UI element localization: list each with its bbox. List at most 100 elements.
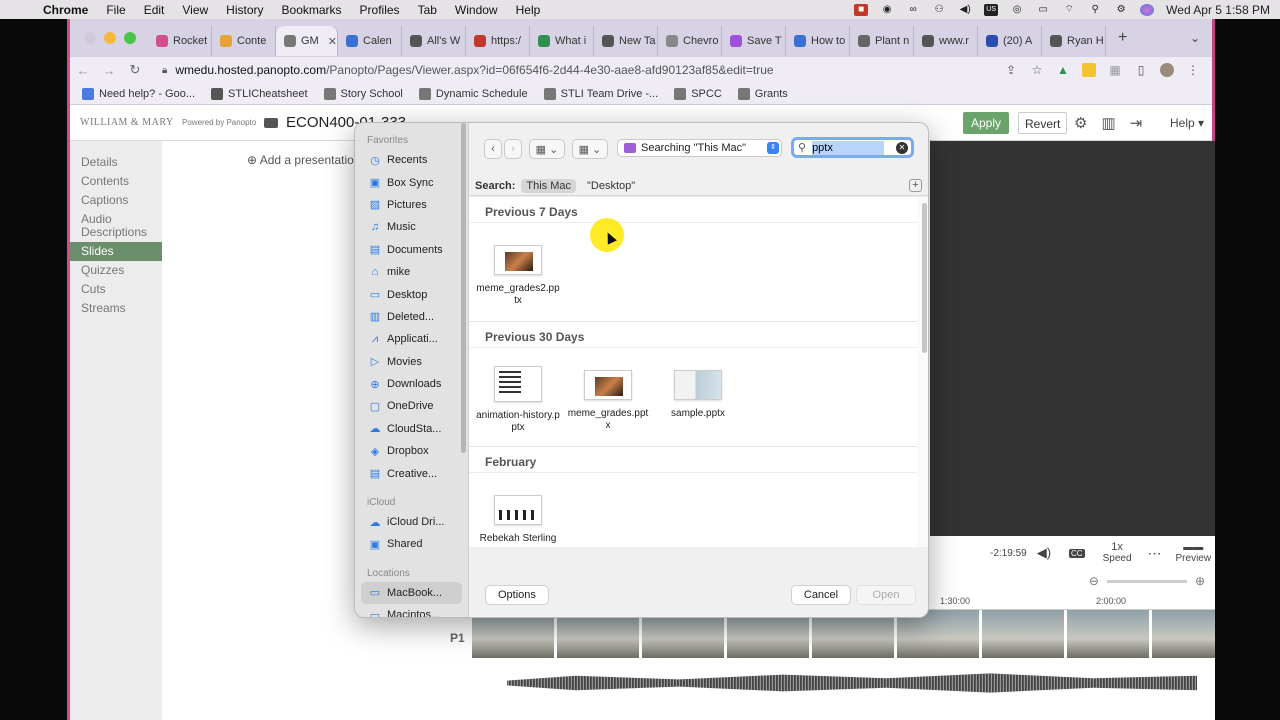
- search-input[interactable]: [812, 140, 885, 155]
- sidebar-item-applicati[interactable]: ⩘ Applicati...: [355, 328, 468, 350]
- back-button[interactable]: ←: [70, 63, 96, 78]
- sidebar-item-shared[interactable]: ▣ Shared: [355, 533, 468, 555]
- menu-view[interactable]: View: [173, 3, 217, 17]
- menu-window[interactable]: Window: [446, 3, 507, 17]
- sidebar-item-desktop[interactable]: ▭ Desktop: [355, 283, 468, 305]
- zoom-out-icon[interactable]: ⊖: [1089, 574, 1099, 588]
- sidebar-icon[interactable]: ▯: [1134, 63, 1148, 77]
- sidebar-item-cloudsta[interactable]: ☁ CloudSta...: [355, 418, 468, 440]
- file-item[interactable]: animation-history.pptx: [473, 348, 563, 446]
- sidebar-item-details[interactable]: Details: [70, 153, 162, 172]
- bookmark-item[interactable]: STLI Team Drive -...: [543, 87, 658, 100]
- browser-tab[interactable]: Calen: [338, 26, 402, 56]
- bookmark-item[interactable]: SPCC: [674, 87, 722, 100]
- address-bar[interactable]: 🔒︎ wmedu.hosted.panopto.com /Panopto/Pag…: [156, 59, 996, 81]
- screen-record-icon[interactable]: ◉: [880, 4, 894, 16]
- close-tab-icon[interactable]: ✕: [328, 35, 337, 48]
- sidebar-item-deleted[interactable]: ▥ Deleted...: [355, 306, 468, 328]
- captions-cc-icon[interactable]: CC: [1069, 548, 1085, 558]
- siri-icon[interactable]: [1140, 3, 1155, 16]
- file-item[interactable]: meme_grades.pptx: [563, 348, 653, 446]
- exit-icon[interactable]: ⇥: [1130, 114, 1143, 132]
- tab-search-chevron-icon[interactable]: ⌄: [1190, 31, 1212, 45]
- open-button[interactable]: Open: [856, 585, 916, 605]
- file-item[interactable]: meme_grades2.pptx: [473, 223, 563, 321]
- menu-app[interactable]: Chrome: [34, 3, 97, 17]
- options-button[interactable]: Options: [485, 585, 549, 605]
- speed-control[interactable]: 1x Speed: [1103, 542, 1132, 565]
- scope-desktop[interactable]: "Desktop": [582, 179, 640, 193]
- sidebar-item-creative[interactable]: ▤ Creative...: [355, 462, 468, 484]
- bookmark-item[interactable]: Dynamic Schedule: [418, 87, 528, 100]
- volume-icon-player[interactable]: ◀): [1037, 545, 1051, 561]
- close-window-button[interactable]: [84, 32, 96, 44]
- sidebar-item-dropbox[interactable]: ◈ Dropbox: [355, 440, 468, 462]
- menubar-clock[interactable]: Wed Apr 5 1:58 PM: [1166, 3, 1270, 17]
- sidebar-item-onedrive[interactable]: ▢ OneDrive: [355, 395, 468, 417]
- results-scrollbar[interactable]: [917, 197, 928, 547]
- cancel-button[interactable]: Cancel: [791, 585, 851, 605]
- browser-tab[interactable]: https:/: [466, 26, 530, 56]
- browser-tab[interactable]: How to: [786, 26, 850, 56]
- browser-tab[interactable]: Chevro: [658, 26, 722, 56]
- browser-tab[interactable]: www.r: [914, 26, 978, 56]
- menu-tab[interactable]: Tab: [409, 3, 446, 17]
- sidebar-item-box-sync[interactable]: ▣ Box Sync: [355, 171, 468, 193]
- sidebar-item-icloud-dri[interactable]: ☁ iCloud Dri...: [355, 511, 468, 533]
- bookmark-item[interactable]: Need help? - Goo...: [82, 87, 195, 100]
- scope-this-mac[interactable]: This Mac: [521, 178, 576, 193]
- battery-icon[interactable]: ▭: [1036, 4, 1050, 16]
- lock-icon[interactable]: 🔒︎: [162, 65, 167, 76]
- record-status-icon[interactable]: ■: [854, 3, 869, 16]
- profile-avatar[interactable]: [1160, 63, 1174, 77]
- more-dots-icon[interactable]: ⋯: [1148, 545, 1162, 562]
- keep-extension-icon[interactable]: [1082, 63, 1096, 77]
- help-menu[interactable]: Help ▾: [1170, 116, 1204, 130]
- sidebar-item-captions[interactable]: Captions: [70, 191, 162, 210]
- browser-tab[interactable]: New Ta: [594, 26, 658, 56]
- sidebar-item-macbook[interactable]: ▭ MacBook...: [361, 581, 462, 605]
- view-mode-button[interactable]: ▦ ⌄: [529, 139, 565, 159]
- user-account-icon[interactable]: ◎: [1010, 4, 1024, 16]
- sidebar-item-quizzes[interactable]: Quizzes: [70, 261, 162, 280]
- sidebar-item-slides[interactable]: Slides: [70, 242, 162, 261]
- bookmark-item[interactable]: STLICheatsheet: [211, 87, 308, 100]
- browser-tab[interactable]: Conte: [212, 26, 276, 56]
- bookmark-item[interactable]: Story School: [323, 87, 403, 100]
- more-menu-icon[interactable]: ⋮: [1186, 63, 1200, 77]
- location-popup[interactable]: Searching "This Mac" ⇕: [617, 139, 782, 157]
- google-drive-extension-icon[interactable]: ▲: [1056, 63, 1070, 77]
- wifi-icon[interactable]: ⌔: [1062, 4, 1076, 16]
- sidebar-item-movies[interactable]: ▷ Movies: [355, 351, 468, 373]
- group-by-button[interactable]: ▦ ⌄: [572, 139, 608, 159]
- browser-tab[interactable]: Save T: [722, 26, 786, 56]
- creative-cloud-icon[interactable]: ∞: [906, 4, 920, 16]
- sidebar-item-macintos[interactable]: ▭ Macintos...: [355, 604, 468, 617]
- share-icon[interactable]: ⇪: [1004, 63, 1018, 77]
- volume-icon[interactable]: ◀): [958, 4, 972, 16]
- sidebar-scrollbar[interactable]: [459, 123, 467, 453]
- keyboard-layout-icon[interactable]: US: [984, 3, 999, 16]
- sidebar-item-pictures[interactable]: ▨ Pictures: [355, 194, 468, 216]
- sidebar-item-documents[interactable]: ▤ Documents: [355, 239, 468, 261]
- zoom-in-icon[interactable]: ⊕: [1195, 574, 1205, 588]
- location-chevron-icon[interactable]: ⇕: [767, 142, 779, 154]
- browser-tab[interactable]: (20) A: [978, 26, 1042, 56]
- settings-gear-icon[interactable]: ⚙: [1074, 114, 1087, 132]
- reload-button[interactable]: ↻: [122, 62, 148, 78]
- control-center-icon[interactable]: ⚙: [1114, 4, 1128, 16]
- forward-nav-button[interactable]: ›: [504, 139, 522, 159]
- preview-toggle[interactable]: ▬▬ Preview: [1176, 542, 1212, 564]
- clear-search-icon[interactable]: ✕: [896, 141, 908, 154]
- zoom-slider[interactable]: [1106, 579, 1187, 583]
- sidebar-item-contents[interactable]: Contents: [70, 172, 162, 191]
- menu-edit[interactable]: Edit: [135, 3, 174, 17]
- sidebar-item-recents[interactable]: ◷ Recents: [355, 149, 468, 171]
- sidebar-item-cuts[interactable]: Cuts: [70, 280, 162, 299]
- browser-tab[interactable]: Plant n: [850, 26, 914, 56]
- menu-file[interactable]: File: [97, 3, 134, 17]
- browser-tab[interactable]: Ryan H: [1042, 26, 1106, 56]
- spotlight-search-icon[interactable]: ⚲: [1088, 4, 1102, 16]
- apply-button[interactable]: Apply: [963, 112, 1010, 134]
- revert-button[interactable]: Revert: [1018, 112, 1068, 134]
